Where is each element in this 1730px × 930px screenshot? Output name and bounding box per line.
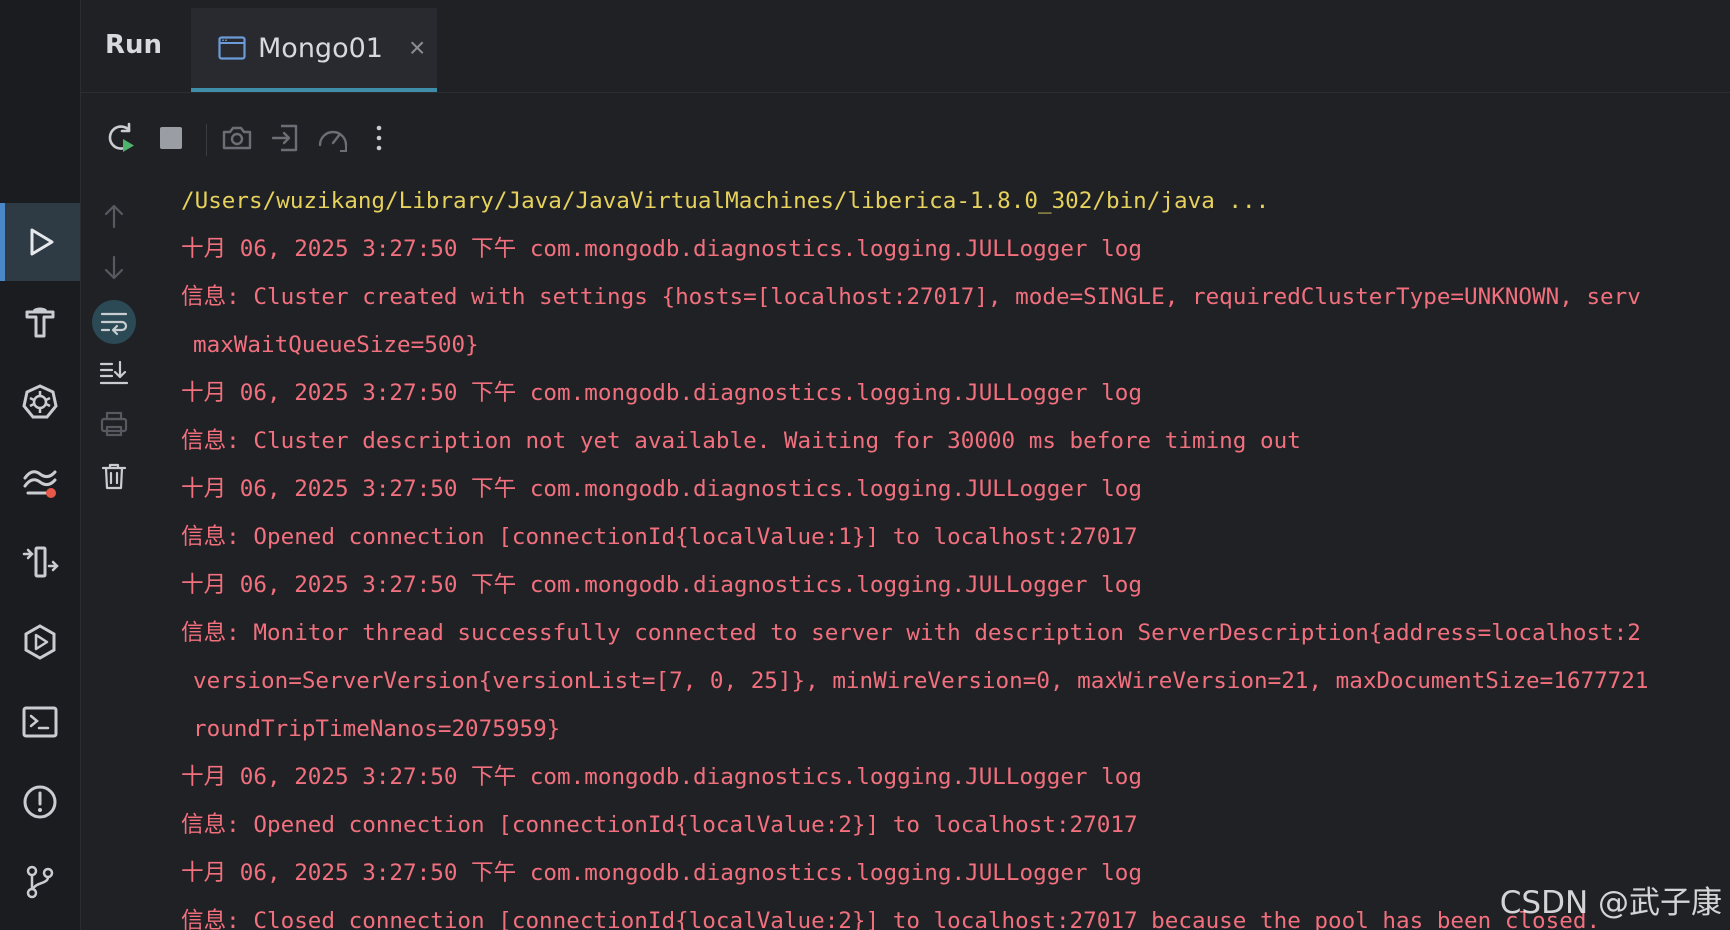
console-line: 十月 06, 2025 3:27:50 下午 com.mongodb.diagn…: [181, 572, 1142, 598]
more-vertical-icon: [376, 125, 382, 151]
console-line: 信息: Opened connection [connectionId{loca…: [181, 812, 1138, 838]
console-line: 十月 06, 2025 3:27:50 下午 com.mongodb.diagn…: [181, 236, 1142, 262]
exit-icon: [271, 124, 298, 152]
rail-terminal-button[interactable]: [0, 683, 80, 761]
soft-wrap-toggle[interactable]: [92, 300, 136, 344]
console-line: roundTripTimeNanos=2075959}: [193, 716, 561, 742]
console-line: 信息: Monitor thread successfully connecte…: [181, 620, 1641, 646]
watermark: CSDN @武子康: [1499, 885, 1722, 921]
problems-icon: [23, 785, 57, 819]
down-arrow-icon: [104, 255, 124, 280]
console-line: 信息: Opened connection [connectionId{loca…: [181, 524, 1138, 550]
rail-git-button[interactable]: [0, 843, 80, 921]
activity-rail: [0, 0, 81, 930]
print-button[interactable]: [94, 404, 134, 444]
console-line: 信息: Closed connection [connectionId{loca…: [181, 908, 1601, 930]
trash-icon: [101, 463, 127, 490]
tab-mongo01[interactable]: Mongo01 ×: [191, 8, 437, 92]
up-arrow-icon: [104, 204, 124, 229]
tool-window-title: Run: [105, 30, 163, 60]
soft-wrap-icon: [100, 312, 128, 336]
rail-kubernetes-button[interactable]: [0, 363, 80, 441]
profiler-icon: [318, 130, 348, 152]
kubernetes-icon: [22, 384, 58, 419]
print-icon: [100, 411, 128, 437]
rail-run-configurations-button[interactable]: [0, 603, 80, 681]
screenshot-icon: [222, 126, 252, 150]
deploy-icon: [22, 546, 59, 578]
console-line: 信息: Cluster created with settings {hosts…: [181, 284, 1641, 310]
run-configurations-icon: [24, 624, 56, 660]
run-icon: [30, 228, 54, 256]
git-icon: [26, 865, 54, 899]
run-toolbar: [81, 104, 1730, 174]
toolbar-divider: [206, 124, 207, 156]
next-occurrence-button[interactable]: [94, 248, 134, 288]
more-actions-button[interactable]: [359, 118, 399, 158]
rail-run-button[interactable]: [0, 203, 80, 281]
terminal-icon: [22, 706, 58, 738]
close-icon[interactable]: ×: [409, 32, 425, 64]
rail-build-button[interactable]: [0, 283, 80, 361]
console-line: 十月 06, 2025 3:27:50 下午 com.mongodb.diagn…: [181, 860, 1142, 886]
build-icon: [25, 307, 55, 338]
console-line: /Users/wuzikang/Library/Java/JavaVirtual…: [181, 188, 1270, 214]
console-output[interactable]: /Users/wuzikang/Library/Java/JavaVirtual…: [181, 186, 1730, 930]
screenshot-button[interactable]: [217, 118, 257, 158]
run-tool-window: Run Mongo01 × /Users/wuzikang/Library/Ja…: [81, 0, 1730, 930]
console-line: 十月 06, 2025 3:27:50 下午 com.mongodb.diagn…: [181, 476, 1142, 502]
profiler-button[interactable]: [313, 118, 353, 158]
console-line: maxWaitQueueSize=500}: [193, 332, 479, 358]
rerun-icon: [108, 122, 134, 152]
console-line: 十月 06, 2025 3:27:50 下午 com.mongodb.diagn…: [181, 380, 1142, 406]
tool-window-header: Run Mongo01 ×: [81, 0, 1730, 93]
rail-problems-button[interactable]: [0, 763, 80, 841]
console-line: 信息: Cluster description not yet availabl…: [181, 428, 1301, 454]
clear-all-button[interactable]: [94, 456, 134, 496]
application-window-icon: [218, 36, 246, 60]
stop-icon: [160, 127, 182, 149]
tab-label: Mongo01: [258, 32, 383, 64]
rerun-button[interactable]: [101, 118, 141, 158]
scroll-to-end-button[interactable]: [94, 352, 134, 392]
stop-button[interactable]: [151, 118, 191, 158]
rail-deploy-button[interactable]: [0, 523, 80, 601]
console-line: version=ServerVersion{versionList=[7, 0,…: [193, 668, 1649, 694]
exit-button[interactable]: [266, 118, 306, 158]
rail-services-button[interactable]: [0, 443, 80, 521]
services-icon: [23, 470, 57, 498]
previous-occurrence-button[interactable]: [94, 196, 134, 236]
scroll-to-end-icon: [99, 360, 129, 385]
console-line: 十月 06, 2025 3:27:50 下午 com.mongodb.diagn…: [181, 764, 1142, 790]
